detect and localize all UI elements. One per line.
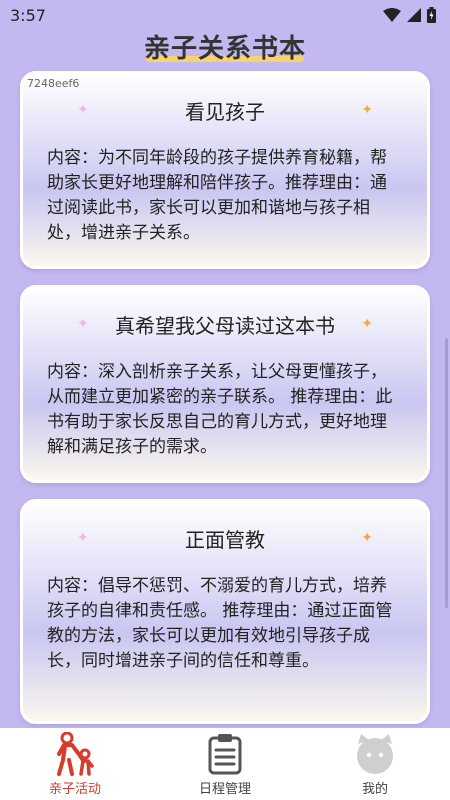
book-title: 正面管教: [185, 527, 265, 552]
parent-child-icon: [51, 732, 99, 776]
scrollbar-thumb[interactable]: [445, 338, 448, 608]
sparkle-icon: ✦: [361, 530, 373, 546]
sparkle-icon: ✦: [361, 316, 373, 332]
status-icons: [383, 7, 436, 23]
nav-item-schedule[interactable]: 日程管理: [150, 728, 300, 800]
battery-icon: [427, 7, 436, 23]
book-description: 内容：为不同年龄段的孩子提供养育秘籍，帮助家长更好地理解和陪伴孩子。推荐理由：通…: [47, 148, 387, 243]
book-description: 内容：深入剖析亲子关系，让父母更懂孩子，从而建立更加紧密的亲子联系。 推荐理由：…: [47, 362, 393, 457]
wifi-icon: [383, 8, 401, 22]
book-card[interactable]: ✦ 真希望我父母读过这本书 ✦ 内容：深入剖析亲子关系，让父母更懂孩子，从而建立…: [20, 285, 430, 483]
nav-item-parent-child-activities[interactable]: 亲子活动: [0, 728, 150, 800]
book-card[interactable]: 7248eef6 ✦ 看见孩子 ✦ 内容：为不同年龄段的孩子提供养育秘籍，帮助家…: [20, 71, 430, 269]
book-title: 真希望我父母读过这本书: [115, 313, 335, 338]
clipboard-icon: [201, 732, 249, 776]
page-header: 亲子关系书本: [0, 28, 450, 64]
nav-label: 日程管理: [198, 782, 251, 797]
book-description: 内容：倡导不惩罚、不溺爱的育儿方式，培养孩子的自律和责任感。 推荐理由：通过正面…: [47, 576, 393, 671]
signal-icon: [407, 8, 421, 22]
card-header: ✦ 正面管教 ✦: [43, 502, 407, 574]
status-bar: 3:57: [0, 0, 450, 30]
page-title-text: 亲子关系书本: [143, 34, 306, 64]
card-header: ✦ 真希望我父母读过这本书 ✦: [43, 288, 407, 360]
bottom-nav: 亲子活动 日程管理 我的: [0, 728, 450, 800]
sparkle-icon: ✦: [77, 102, 89, 118]
profile-face-icon: [351, 732, 399, 776]
nav-item-mine[interactable]: 我的: [300, 728, 450, 800]
page-title: 亲子关系书本: [144, 28, 306, 64]
book-card[interactable]: ✦ 正面管教 ✦ 内容：倡导不惩罚、不溺爱的育儿方式，培养孩子的自律和责任感。 …: [20, 499, 430, 724]
nav-label: 亲子活动: [48, 782, 101, 797]
sparkle-icon: ✦: [77, 530, 89, 546]
card-header: ✦ 看见孩子 ✦: [43, 74, 407, 146]
status-time: 3:57: [10, 5, 46, 25]
sparkle-icon: ✦: [77, 316, 89, 332]
book-list[interactable]: 7248eef6 ✦ 看见孩子 ✦ 内容：为不同年龄段的孩子提供养育秘籍，帮助家…: [0, 68, 450, 728]
book-title: 看见孩子: [185, 99, 265, 124]
nav-label: 我的: [361, 782, 388, 797]
sparkle-icon: ✦: [361, 102, 373, 118]
